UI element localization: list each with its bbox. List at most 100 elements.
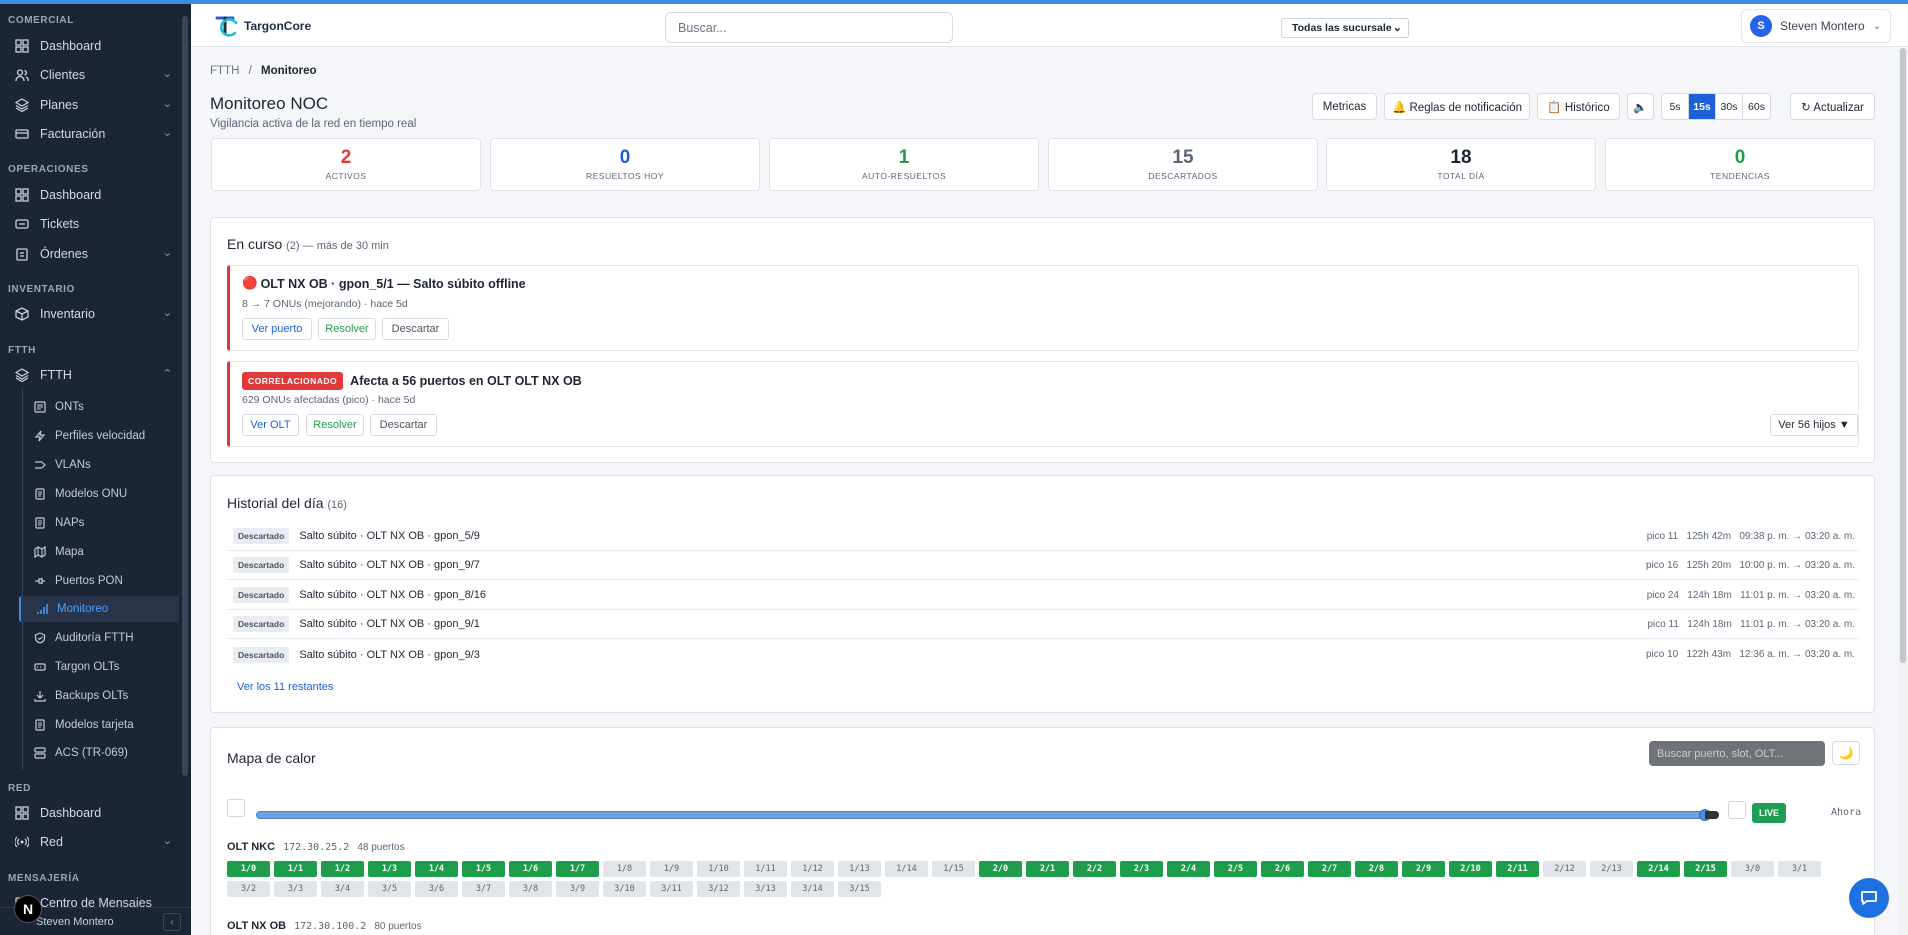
port-cell[interactable]: 3/15 xyxy=(838,881,881,897)
port-cell[interactable]: 1/3 xyxy=(368,861,411,877)
port-cell[interactable]: 3/6 xyxy=(415,881,458,897)
interval-60s-button[interactable]: 60s xyxy=(1743,94,1770,119)
sidebar-subitem-targon-olts[interactable]: Targon OLTs xyxy=(19,654,179,680)
sidebar-item-facturacion[interactable]: Facturación ⌄ xyxy=(10,121,178,147)
sidebar-item-red[interactable]: Red ⌄ xyxy=(10,829,178,855)
port-cell[interactable]: 2/9 xyxy=(1402,861,1445,877)
collapse-sidebar-icon[interactable]: ‹ xyxy=(163,913,181,931)
ver-restantes-link[interactable]: Ver los 11 restantes xyxy=(237,681,333,693)
resolver-button[interactable]: Resolver xyxy=(318,318,376,340)
history-row[interactable]: Descartado Salto súbito · OLT NX OB · gpo… xyxy=(227,522,1859,551)
port-cell[interactable]: 3/12 xyxy=(697,881,740,897)
timeline-checkbox[interactable] xyxy=(227,799,245,817)
sidebar-subitem-auditoria-ftth[interactable]: Auditoría FTTH xyxy=(19,625,179,651)
port-cell[interactable]: 3/11 xyxy=(650,881,693,897)
sidebar-item-ordenes[interactable]: Órdenes ⌄ xyxy=(10,241,178,267)
branch-select[interactable]: Todas las sucursale ⌄ xyxy=(1281,18,1409,38)
port-cell[interactable]: 2/5 xyxy=(1214,861,1257,877)
port-cell[interactable]: 3/2 xyxy=(227,881,270,897)
port-cell[interactable]: 1/9 xyxy=(650,861,693,877)
port-cell[interactable]: 3/13 xyxy=(744,881,787,897)
interval-5s-button[interactable]: 5s xyxy=(1662,94,1689,119)
sidebar-item-tickets[interactable]: Tickets xyxy=(10,211,178,237)
resolver-button[interactable]: Resolver xyxy=(306,414,364,436)
sidebar-subitem-modelos-tarjeta[interactable]: Modelos tarjeta xyxy=(19,712,179,738)
sidebar-subitem-modelos-onu[interactable]: Modelos ONU xyxy=(19,481,179,507)
live-button[interactable]: LIVE xyxy=(1752,803,1786,823)
sidebar-item-planes[interactable]: Planes ⌄ xyxy=(10,92,178,118)
port-cell[interactable]: 3/10 xyxy=(603,881,646,897)
port-cell[interactable]: 2/8 xyxy=(1355,861,1398,877)
port-cell[interactable]: 2/12 xyxy=(1543,861,1586,877)
stat-auto-resueltos[interactable]: 1 AUTO-RESUELTOS xyxy=(769,138,1039,191)
actualizar-button[interactable]: ↻ Actualizar xyxy=(1790,93,1875,120)
port-cell[interactable]: 3/3 xyxy=(274,881,317,897)
port-cell[interactable]: 1/10 xyxy=(697,861,740,877)
port-cell[interactable]: 2/0 xyxy=(979,861,1022,877)
port-cell[interactable]: 2/10 xyxy=(1449,861,1492,877)
timeline-slider[interactable] xyxy=(256,809,1719,821)
port-cell[interactable]: 1/1 xyxy=(274,861,317,877)
page-scrollbar[interactable] xyxy=(1898,48,1908,935)
sidebar-item-dashboard-red[interactable]: Dashboard xyxy=(10,800,178,826)
history-row[interactable]: Descartado Salto súbito · OLT NX OB · gpo… xyxy=(227,581,1859,610)
port-cell[interactable]: 3/14 xyxy=(791,881,834,897)
descartar-button[interactable]: Descartar xyxy=(370,414,437,436)
descartar-button[interactable]: Descartar xyxy=(382,318,449,340)
page-scrollbar-thumb[interactable] xyxy=(1900,48,1906,663)
sidebar-subitem-acs[interactable]: ACS (TR-069) xyxy=(19,740,179,766)
heatmap-search-input[interactable]: Buscar puerto, slot, OLT... xyxy=(1649,741,1825,766)
framework-badge[interactable]: N xyxy=(14,895,42,923)
port-cell[interactable]: 1/14 xyxy=(885,861,928,877)
stat-activos[interactable]: 2 ACTIVOS xyxy=(211,138,481,191)
interval-30s-button[interactable]: 30s xyxy=(1716,94,1743,119)
global-search-input[interactable]: Buscar... xyxy=(665,12,953,43)
ver-hijos-button[interactable]: Ver 56 hijos ▼ xyxy=(1770,414,1858,436)
port-cell[interactable]: 2/6 xyxy=(1261,861,1304,877)
port-cell[interactable]: 2/13 xyxy=(1590,861,1633,877)
brand-logo[interactable]: TargonCore xyxy=(214,14,311,38)
notification-rules-button[interactable]: 🔔 Reglas de notificación xyxy=(1384,93,1530,120)
port-cell[interactable]: 1/4 xyxy=(415,861,458,877)
stat-tendencias[interactable]: 0 TENDENCIAS xyxy=(1605,138,1875,191)
sidebar-subitem-puertos-pon[interactable]: Puertos PON xyxy=(19,568,179,594)
stat-resueltos-hoy[interactable]: 0 RESUELTOS HOY xyxy=(490,138,760,191)
ver-puerto-button[interactable]: Ver puerto xyxy=(242,318,312,340)
sidebar-scrollbar[interactable] xyxy=(182,16,188,776)
sidebar-subitem-onts[interactable]: ONTs xyxy=(19,394,179,420)
stat-descartados[interactable]: 15 DESCARTADOS xyxy=(1048,138,1318,191)
port-cell[interactable]: 2/15 xyxy=(1684,861,1727,877)
port-cell[interactable]: 2/7 xyxy=(1308,861,1351,877)
port-cell[interactable]: 1/12 xyxy=(791,861,834,877)
sidebar-item-dashboard-operaciones[interactable]: Dashboard xyxy=(10,182,178,208)
port-cell[interactable]: 3/4 xyxy=(321,881,364,897)
sidebar-subitem-mapa[interactable]: Mapa xyxy=(19,539,179,565)
sidebar-subitem-backups-olts[interactable]: Backups OLTs xyxy=(19,683,179,709)
live-checkbox[interactable] xyxy=(1728,801,1746,819)
port-cell[interactable]: 1/13 xyxy=(838,861,881,877)
sidebar-subitem-vlans[interactable]: VLANs xyxy=(19,452,179,478)
sidebar-item-inventario[interactable]: Inventario ⌄ xyxy=(10,301,178,327)
port-cell[interactable]: 3/9 xyxy=(556,881,599,897)
sidebar-subitem-naps[interactable]: NAPs xyxy=(19,510,179,536)
historico-button[interactable]: 📋 Histórico xyxy=(1537,93,1620,120)
user-menu[interactable]: S Steven Montero ⌄ xyxy=(1741,9,1891,43)
port-cell[interactable]: 2/3 xyxy=(1120,861,1163,877)
port-cell[interactable]: 2/14 xyxy=(1637,861,1680,877)
port-cell[interactable]: 3/7 xyxy=(462,881,505,897)
port-cell[interactable]: 2/2 xyxy=(1073,861,1116,877)
port-cell[interactable]: 3/8 xyxy=(509,881,552,897)
metricas-button[interactable]: Metricas xyxy=(1312,93,1377,120)
sound-toggle-button[interactable]: 🔈 xyxy=(1627,93,1654,120)
sidebar-item-ftth[interactable]: FTTH ⌃ xyxy=(10,362,178,388)
history-row[interactable]: Descartado Salto súbito · OLT NX OB · gpo… xyxy=(227,640,1859,669)
history-row[interactable]: Descartado Salto súbito · OLT NX OB · gpo… xyxy=(227,551,1859,580)
port-cell[interactable]: 2/1 xyxy=(1026,861,1069,877)
port-cell[interactable]: 1/0 xyxy=(227,861,270,877)
sidebar-item-clientes[interactable]: Clientes ⌄ xyxy=(10,62,178,88)
sidebar-subitem-perfiles-velocidad[interactable]: Perfiles velocidad xyxy=(19,423,179,449)
sidebar-subitem-monitoreo[interactable]: Monitoreo xyxy=(19,596,179,622)
port-cell[interactable]: 1/6 xyxy=(509,861,552,877)
port-cell[interactable]: 3/1 xyxy=(1778,861,1821,877)
port-cell[interactable]: 1/15 xyxy=(932,861,975,877)
